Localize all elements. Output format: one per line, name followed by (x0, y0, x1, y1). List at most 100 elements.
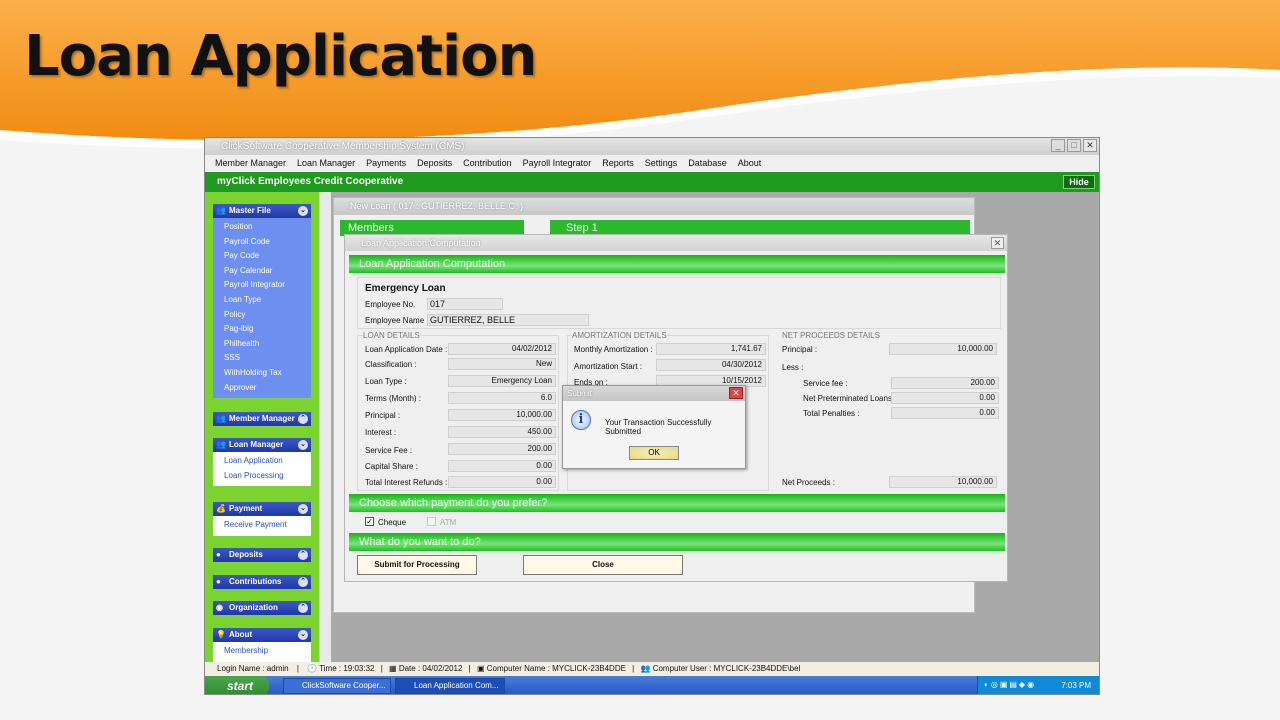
menu-loan-manager[interactable]: Loan Manager (297, 155, 355, 172)
sidebar-item-pay-code[interactable]: Pay Code (213, 249, 311, 264)
close-button[interactable]: ✕ (1083, 139, 1097, 152)
classification-field: New (448, 358, 556, 370)
taskbar: start ClickSoftware Cooper... Loan Appli… (205, 676, 1099, 694)
menu-reports[interactable]: Reports (602, 155, 634, 172)
sidebar-item-pag-ibig[interactable]: Pag-ibig (213, 322, 311, 337)
menu-contribution[interactable]: Contribution (463, 155, 512, 172)
menu-payments[interactable]: Payments (366, 155, 406, 172)
msgbox-close-button[interactable]: ✕ (729, 387, 743, 399)
sidebar-scrollbar[interactable] (319, 192, 331, 662)
sidebar-header-payment[interactable]: 💰 Payment ⌄ (213, 502, 311, 516)
sidebar-header-label: Organization (229, 603, 278, 612)
sidebar-header-label: Member Manager (229, 414, 295, 423)
np-principal-label: Principal : (782, 345, 818, 354)
sidebar-header-organization[interactable]: ◉ Organization ⌃ (213, 601, 311, 615)
sidebar-item-membership[interactable]: Membership (213, 644, 311, 659)
chevron-down-icon: ⌄ (298, 206, 308, 216)
sidebar-header-deposits[interactable]: ● Deposits ⌃ (213, 548, 311, 562)
sidebar: 👥 Master File ⌄ Position Payroll Code Pa… (205, 192, 319, 662)
sidebar-item-approver[interactable]: Approver (213, 381, 311, 396)
monthly-amortization-field: 1,741.67 (656, 343, 766, 355)
sidebar-item-philhealth[interactable]: Philhealth (213, 337, 311, 352)
cheque-checkbox[interactable]: ✓ (365, 517, 374, 526)
np-preterminated-label: Net Preterminated Loans : (803, 394, 897, 403)
sidebar-list-payment: Receive Payment (213, 516, 311, 536)
menu-about[interactable]: About (738, 155, 762, 172)
slide-title: Loan Application (24, 24, 537, 89)
service-fee-label: Service Fee : (365, 446, 413, 455)
interest-field: 450.00 (448, 426, 556, 438)
cheque-label: Cheque (378, 518, 407, 527)
action-header: What do you want to do? (349, 533, 1005, 551)
deposit-icon: ● (216, 550, 221, 559)
taskbar-item-cms[interactable]: ClickSoftware Cooper... (283, 678, 391, 694)
sidebar-list-master-file: Position Payroll Code Pay Code Pay Calen… (213, 218, 311, 398)
menu-payroll-integrator[interactable]: Payroll Integrator (523, 155, 592, 172)
sidebar-header-label: Contributions (229, 577, 282, 586)
dialog-title: Loan Application Computation (345, 235, 1007, 251)
employee-no-field: 017 (427, 298, 503, 310)
sidebar-header-label: Payment (229, 504, 263, 513)
taskbar-item-loan-computation[interactable]: Loan Application Com... (395, 678, 505, 694)
minimize-button[interactable]: _ (1051, 139, 1065, 152)
system-tray: ◐◎▣▤◆◉ 7:03 PM (977, 676, 1099, 694)
status-date: Date : 04/02/2012 (398, 664, 463, 673)
sidebar-item-position[interactable]: Position (213, 220, 311, 235)
sidebar-header-label: About (229, 630, 253, 639)
employee-name-label: Employee Name (365, 316, 425, 325)
chevron-down-icon: ⌄ (298, 440, 308, 450)
hide-button[interactable]: Hide (1063, 175, 1095, 189)
sidebar-item-pay-calendar[interactable]: Pay Calendar (213, 264, 311, 279)
sidebar-item-policy[interactable]: Policy (213, 308, 311, 323)
less-label: Less : (782, 363, 804, 372)
org-name: myClick Employees Credit Cooperative (217, 176, 404, 187)
sidebar-item-sss[interactable]: SSS (213, 351, 311, 366)
employee-name-field: GUTIERREZ, BELLE (427, 314, 589, 326)
submit-message-box: Submit ✕ i Your Transaction Successfully… (562, 385, 746, 469)
menu-database[interactable]: Database (688, 155, 727, 172)
menu-member-manager[interactable]: Member Manager (215, 155, 286, 172)
sidebar-header-contributions[interactable]: ● Contributions ⌃ (213, 575, 311, 589)
organization-icon: ◉ (216, 603, 223, 612)
interest-refunds-field: 0.00 (448, 476, 556, 488)
sidebar-item-withholding-tax[interactable]: WithHolding Tax (213, 366, 311, 381)
info-icon: i (571, 410, 591, 430)
sidebar-item-receive-payment[interactable]: Receive Payment (213, 518, 311, 533)
chevron-down-icon: ⌄ (298, 504, 308, 514)
status-time: Time : 19:03:32 (319, 664, 375, 673)
classification-label: Classification : (365, 360, 417, 369)
sidebar-item-loan-application[interactable]: Loan Application (213, 454, 311, 469)
interest-refunds-label: Total Interest Refunds : (365, 478, 448, 487)
submit-for-processing-button[interactable]: Submit for Processing (357, 555, 477, 575)
employee-no-label: Employee No. (365, 300, 416, 309)
window-titlebar: ClickSoftware Cooperative Membership Sys… (205, 138, 1099, 155)
atm-checkbox[interactable] (427, 517, 436, 526)
maximize-button[interactable]: □ (1067, 139, 1081, 152)
sidebar-item-payroll-code[interactable]: Payroll Code (213, 235, 311, 250)
start-button[interactable]: start (205, 676, 269, 694)
sidebar-item-loan-processing[interactable]: Loan Processing (213, 469, 311, 484)
sidebar-header-loan-manager[interactable]: 👥 Loan Manager ⌄ (213, 438, 311, 452)
sidebar-item-loan-type[interactable]: Loan Type (213, 293, 311, 308)
dialog-close-button[interactable]: ✕ (991, 237, 1004, 249)
chevron-up-icon: ⌃ (298, 414, 308, 424)
loan-details-title: LOAN DETAILS (363, 331, 420, 340)
close-dialog-button[interactable]: Close (523, 555, 683, 575)
computer-icon: ▣ (476, 664, 485, 673)
status-computer: Computer Name : MYCLICK-23B4DDE (486, 664, 626, 673)
sidebar-header-member-manager[interactable]: 👥 Member Manager ⌃ (213, 412, 311, 426)
service-fee-field: 200.00 (448, 443, 556, 455)
menu-deposits[interactable]: Deposits (417, 155, 452, 172)
sidebar-header-about[interactable]: 💡 About ⌄ (213, 628, 311, 642)
sidebar-header-master-file[interactable]: 👥 Master File ⌄ (213, 204, 311, 218)
chevron-up-icon: ⌃ (298, 603, 308, 613)
clock-icon: 🕐 (307, 664, 318, 673)
chevron-down-icon: ⌄ (298, 630, 308, 640)
menu-settings[interactable]: Settings (645, 155, 678, 172)
sidebar-item-payroll-integrator[interactable]: Payroll Integrator (213, 278, 311, 293)
terms-label: Terms (Month) : (365, 394, 422, 403)
net-proceeds-label: Net Proceeds : (782, 478, 835, 487)
amortization-title: AMORTIZATION DETAILS (572, 331, 667, 340)
ok-button[interactable]: OK (629, 446, 679, 460)
principal-label: Principal : (365, 411, 401, 420)
